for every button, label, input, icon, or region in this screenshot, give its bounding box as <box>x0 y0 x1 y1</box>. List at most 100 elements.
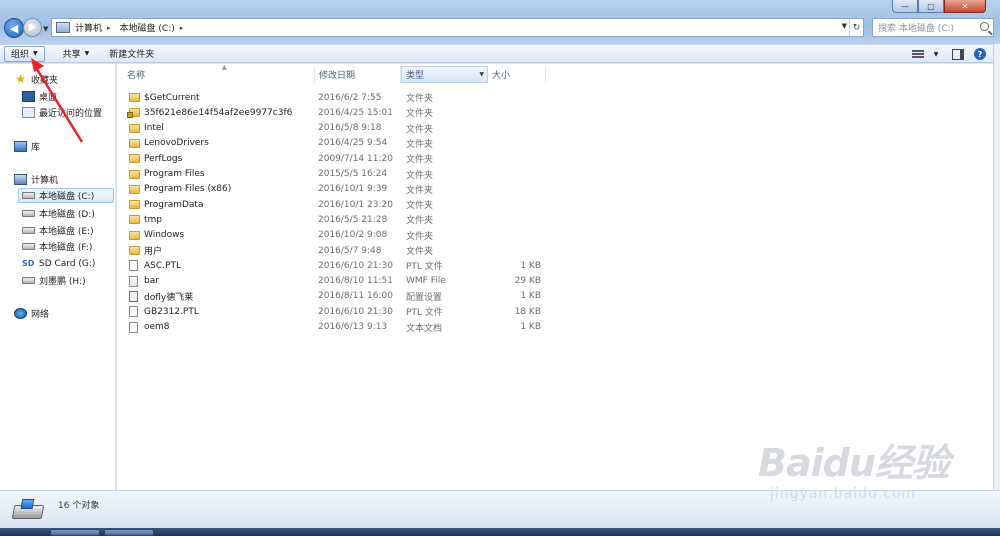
file-name-cell: ProgramData <box>129 200 203 210</box>
address-bar[interactable]: 计算机 ▸ 本地磁盘 (C:) ▸ ▼ ↻ <box>51 18 864 37</box>
column-label: 大小 <box>492 71 511 81</box>
help-icon: ? <box>974 48 986 60</box>
breadcrumb-drive-c[interactable]: 本地磁盘 (C:) ▸ <box>120 21 189 35</box>
file-date: 2016/6/2 7:55 <box>318 92 382 103</box>
file-type: WMF File <box>406 276 446 287</box>
view-controls: ▼ ? <box>905 46 989 62</box>
file-date: 2016/4/25 9:54 <box>318 138 388 149</box>
breadcrumb-label: 计算机 <box>75 24 103 34</box>
folder-icon <box>129 93 140 102</box>
sidebar-item-computer[interactable]: 计算机 <box>14 172 58 187</box>
column-label: 修改日期 <box>319 71 356 81</box>
table-row[interactable]: Intel 2016/5/8 9:18 文件夹 <box>117 121 547 136</box>
close-button[interactable]: ✕ <box>944 0 986 13</box>
drive-icon <box>22 227 35 234</box>
table-row[interactable]: LenovoDrivers 2016/4/25 9:54 文件夹 <box>117 136 547 151</box>
preview-pane-button[interactable] <box>949 46 967 62</box>
file-date: 2009/7/14 11:20 <box>318 153 393 164</box>
file-size: 1 KB <box>520 322 541 332</box>
sidebar-item-network[interactable]: 网络 <box>14 306 49 321</box>
search-icon[interactable] <box>980 22 989 31</box>
sidebar-item-label: 收藏夹 <box>31 76 59 86</box>
minimize-button[interactable]: — <box>892 0 918 13</box>
column-header-name[interactable]: 名称 ▲ <box>123 64 315 83</box>
sidebar-item-drive-d[interactable]: 本地磁盘 (D:) <box>22 206 95 221</box>
file-date: 2016/6/10 21:30 <box>318 306 393 317</box>
recent-pages-dropdown[interactable]: ▼ <box>43 25 48 33</box>
sidebar-item-drive-e[interactable]: 本地磁盘 (E:) <box>22 223 94 238</box>
file-name: 用户 <box>144 247 163 257</box>
table-row[interactable]: GB2312.PTL 2016/6/10 21:30 PTL 文件 18 KB <box>117 304 547 319</box>
file-type: 文件夹 <box>406 155 434 166</box>
file-name-cell: tmp <box>129 215 162 225</box>
back-button[interactable]: ◀ <box>4 18 24 38</box>
address-dropdown-icon[interactable]: ▼ <box>842 22 847 30</box>
file-date: 2016/8/11 16:00 <box>318 291 393 302</box>
forward-button[interactable]: ▶ <box>23 18 42 37</box>
table-row[interactable]: dofly德飞莱 2016/8/11 16:00 配置设置 1 KB <box>117 289 547 304</box>
file-name-cell: oem8 <box>129 321 170 333</box>
file-type: PTL 文件 <box>406 308 443 319</box>
sidebar-item-drive-h[interactable]: 刘墨鹏 (H:) <box>22 273 86 288</box>
taskbar-button[interactable] <box>50 529 100 536</box>
new-folder-button[interactable]: 新建文件夹 <box>103 46 160 62</box>
share-button[interactable]: 共享 ▼ <box>57 46 96 62</box>
breadcrumb-separator-icon[interactable]: ▸ <box>107 24 111 32</box>
help-button[interactable]: ? <box>971 46 989 62</box>
table-row[interactable]: $GetCurrent 2016/6/2 7:55 文件夹 <box>117 90 547 105</box>
folder-icon <box>129 123 140 133</box>
locked-folder-icon <box>127 108 140 119</box>
sidebar-item-label: 计算机 <box>31 176 59 186</box>
table-row[interactable]: 用户 2016/5/7 9:48 文件夹 <box>117 243 547 258</box>
folder-icon <box>129 200 140 210</box>
details-pane: 16 个对象 <box>0 490 1000 528</box>
folder-icon <box>129 138 140 148</box>
taskbar-button[interactable] <box>104 529 154 536</box>
table-row[interactable]: ProgramData 2016/10/1 23:20 文件夹 <box>117 197 547 212</box>
organize-label: 组织 <box>11 50 30 60</box>
change-view-button[interactable] <box>909 46 927 62</box>
file-type: 文件夹 <box>406 124 434 135</box>
file-date: 2016/10/2 9:08 <box>318 230 388 241</box>
sidebar-item-recent[interactable]: 最近访问的位置 <box>22 105 102 120</box>
organize-button[interactable]: 组织 ▼ <box>4 45 45 62</box>
file-date: 2016/5/8 9:18 <box>318 123 382 134</box>
file-name: 35f621e86e14f54af2ee9977c3f6 <box>144 107 293 118</box>
file-name-cell: bar <box>129 275 159 287</box>
chevron-down-icon[interactable]: ▼ <box>479 71 484 78</box>
refresh-icon[interactable]: ↻ <box>849 19 863 36</box>
sidebar-item-favorites[interactable]: ★ 收藏夹 <box>14 72 58 87</box>
table-row[interactable]: oem8 2016/6/13 9:13 文本文档 1 KB <box>117 320 547 335</box>
sidebar-item-drive-f[interactable]: 本地磁盘 (F:) <box>22 239 92 254</box>
table-row[interactable]: Program Files 2015/5/5 16:24 文件夹 <box>117 167 547 182</box>
file-date: 2016/10/1 23:20 <box>318 199 393 210</box>
search-input[interactable]: 搜索 本地磁盘 (C:) <box>872 18 994 37</box>
file-name-cell: dofly德飞莱 <box>129 290 193 303</box>
column-header-date[interactable]: 修改日期 <box>315 66 401 83</box>
table-row[interactable]: PerfLogs 2009/7/14 11:20 文件夹 <box>117 151 547 166</box>
table-row[interactable]: 35f621e86e14f54af2ee9977c3f6 2016/4/25 15… <box>117 105 547 120</box>
view-options-dropdown[interactable]: ▼ <box>927 46 945 62</box>
file-type: 文件夹 <box>406 139 434 150</box>
breadcrumb-separator-icon[interactable]: ▸ <box>180 24 184 32</box>
table-row[interactable]: ASC.PTL 2016/6/10 21:30 PTL 文件 1 KB <box>117 258 547 273</box>
column-header-size[interactable]: 大小 <box>488 66 546 83</box>
vertical-scrollbar[interactable] <box>993 44 1000 490</box>
sidebar-item-sd-card[interactable]: SD SD Card (G:) <box>22 256 95 271</box>
table-row[interactable]: tmp 2016/5/5 21:28 文件夹 <box>117 212 547 227</box>
file-date: 2016/5/7 9:48 <box>318 245 382 256</box>
table-row[interactable]: Windows 2016/10/2 9:08 文件夹 <box>117 228 547 243</box>
sidebar-item-desktop[interactable]: 桌面 <box>22 89 57 104</box>
back-arrow-icon: ◀ <box>9 21 19 35</box>
table-row[interactable]: Program Files (x86) 2016/10/1 9:39 文件夹 <box>117 182 547 197</box>
sidebar-item-label: 刘墨鹏 (H:) <box>39 277 86 287</box>
maximize-button[interactable]: □ <box>918 0 944 13</box>
file-icon <box>129 260 138 272</box>
sidebar-item-drive-c[interactable]: 本地磁盘 (C:) <box>18 188 114 203</box>
sidebar-item-library[interactable]: 库 <box>14 139 40 154</box>
table-row[interactable]: bar 2016/8/10 11:51 WMF File 29 KB <box>117 274 547 289</box>
sidebar-item-label: 本地磁盘 (E:) <box>39 227 94 237</box>
column-header-type[interactable]: 类型 ▼ <box>401 66 488 83</box>
drive-icon <box>22 210 35 217</box>
breadcrumb-computer[interactable]: 计算机 ▸ <box>75 21 116 35</box>
